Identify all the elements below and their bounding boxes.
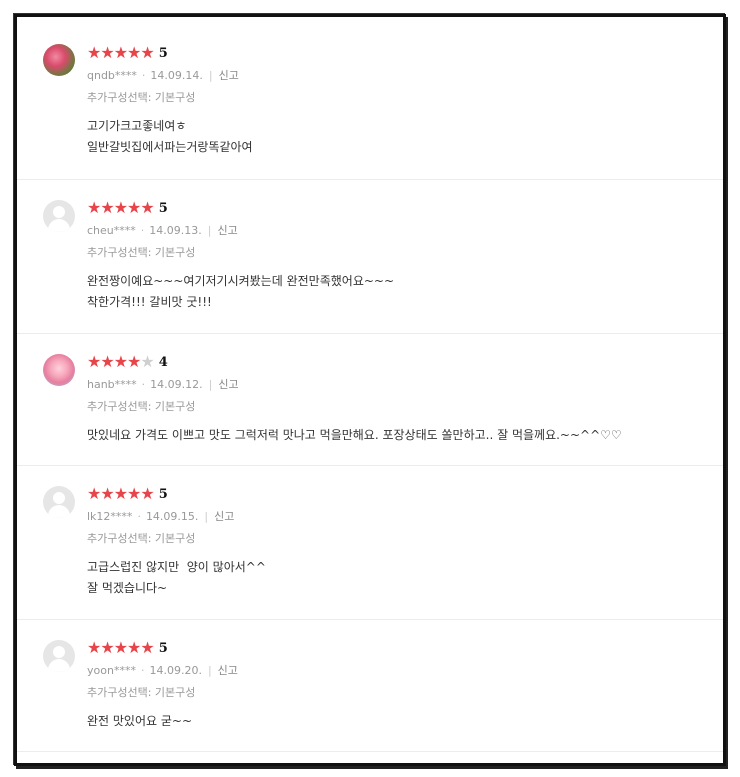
separator-bar: | <box>208 69 213 82</box>
star-filled-icon: ★ <box>100 638 114 657</box>
rating-score: 5 <box>158 200 168 216</box>
star-filled-icon: ★ <box>127 198 141 217</box>
default-avatar-icon <box>43 200 75 232</box>
review-list: ★ ★ ★ ★ ★ 5 qndb**** · 14.09.14. | 신고 추가구성선택: 기본… <box>14 14 726 766</box>
star-filled-icon: ★ <box>113 198 128 217</box>
star-filled-icon: ★ <box>87 352 101 371</box>
star-rating: ★ ★ ★ ★ ★ 5 <box>87 45 168 61</box>
review-line: 고기가크고좋네여ㅎ <box>87 119 187 133</box>
star-filled-icon: ★ <box>87 484 101 503</box>
star-rating: ★ ★ ★ ★ ★ 5 <box>87 200 168 216</box>
default-avatar-icon <box>43 486 75 518</box>
report-link[interactable]: 신고 <box>217 224 237 237</box>
reviewer-id: cheu**** <box>87 224 136 237</box>
reviewer-id: hanb**** <box>87 378 137 391</box>
review-item: ★ ★ ★ ★ ★ 5 qndb**** · 14.09.14. | 신고 추가구성선택: 기본… <box>17 17 723 180</box>
review-line: 완전 맛있어요 굳~~ <box>87 714 193 728</box>
review-meta: yoon**** · 14.09.20. | 신고 <box>87 662 238 678</box>
review-line: 일반갈빗집에서파는거랑똑같아여 <box>87 140 253 154</box>
star-filled-icon: ★ <box>127 484 141 503</box>
review-date: 14.09.20. <box>149 664 202 677</box>
star-filled-icon: ★ <box>100 484 114 503</box>
review-date: 14.09.12. <box>150 378 203 391</box>
review-date: 14.09.13. <box>149 224 202 237</box>
rating-score: 4 <box>158 354 168 370</box>
reviewer-id: qndb**** <box>87 69 137 82</box>
separator-bar: | <box>207 224 212 237</box>
rating-score: 5 <box>158 486 168 502</box>
star-filled-icon: ★ <box>87 43 101 62</box>
star-filled-icon: ★ <box>100 43 114 62</box>
reviewer-id: lk12**** <box>87 510 133 523</box>
star-empty-icon: ★ <box>140 352 154 371</box>
star-filled-icon: ★ <box>113 43 128 62</box>
separator-bar: | <box>207 664 212 677</box>
review-line: 잘 먹겠습니다~ <box>87 581 168 595</box>
review-item: ★ ★ ★ ★ ★ 4 hanb**** · 14.09.12. | 신고 추가구성선택: 기본… <box>17 334 723 466</box>
purchase-option: 추가구성선택: 기본구성 <box>87 400 196 413</box>
review-item: ★ ★ ★ ★ ★ 5 cheu**** · 14.09.13. | 신고 추가구성선택: 기본… <box>17 180 723 334</box>
report-link[interactable]: 신고 <box>219 69 239 82</box>
star-filled-icon: ★ <box>113 352 128 371</box>
review-date: 14.09.15. <box>145 510 199 523</box>
separator-dot: · <box>141 378 146 391</box>
review-text: 맛있네요 가격도 이쁘고 맛도 그럭저럭 맛나고 먹을만해요. 포장상태도 쏠만… <box>87 425 622 446</box>
review-line: 착한가격!!! 갈비맛 굿!!! <box>87 295 212 309</box>
separator-dot: · <box>140 224 145 237</box>
star-rating: ★ ★ ★ ★ ★ 5 <box>87 640 168 656</box>
star-filled-icon: ★ <box>113 484 128 503</box>
purchase-option: 추가구성선택: 기본구성 <box>87 91 196 104</box>
separator-dot: · <box>141 69 146 82</box>
star-filled-icon: ★ <box>140 638 154 657</box>
separator-bar: | <box>208 378 213 391</box>
review-text: 완전짱이예요~~~여기저기시켜봤는데 완전만족했어요~~~ 착한가격!!! 갈비맛… <box>87 271 394 313</box>
report-link[interactable]: 신고 <box>218 664 238 677</box>
rating-score: 5 <box>158 640 168 656</box>
rating-score: 5 <box>158 45 168 61</box>
star-filled-icon: ★ <box>140 43 154 62</box>
review-meta: cheu**** · 14.09.13. | 신고 <box>87 222 238 238</box>
star-filled-icon: ★ <box>127 43 141 62</box>
separator-bar: | <box>204 510 209 523</box>
star-rating: ★ ★ ★ ★ ★ 4 <box>87 354 168 370</box>
review-text: 완전 맛있어요 굳~~ <box>87 711 192 732</box>
reviewer-id: yoon**** <box>87 664 136 677</box>
review-line: 고급스럽진 않지만 양이 많아서^^ <box>87 560 266 574</box>
purchase-option: 추가구성선택: 기본구성 <box>87 532 196 545</box>
star-filled-icon: ★ <box>87 638 101 657</box>
star-filled-icon: ★ <box>113 638 128 657</box>
review-meta: qndb**** · 14.09.14. | 신고 <box>87 67 239 83</box>
star-filled-icon: ★ <box>87 198 101 217</box>
review-item: ★ ★ ★ ★ ★ 5 yoon**** · 14.09.20. | 신고 추가구성선택: 기본… <box>17 620 723 752</box>
star-filled-icon: ★ <box>127 352 141 371</box>
star-filled-icon: ★ <box>100 198 114 217</box>
star-filled-icon: ★ <box>100 352 114 371</box>
default-avatar-icon <box>43 640 75 672</box>
review-meta: hanb**** · 14.09.12. | 신고 <box>87 376 239 392</box>
user-avatar <box>43 354 75 386</box>
star-rating: ★ ★ ★ ★ ★ 5 <box>87 486 168 502</box>
review-date: 14.09.14. <box>150 69 203 82</box>
star-filled-icon: ★ <box>127 638 141 657</box>
review-item: ★ ★ ★ ★ ★ 5 lk12**** · 14.09.15. | 신고 추가구성선택: 기본… <box>17 466 723 620</box>
star-filled-icon: ★ <box>140 198 154 217</box>
user-avatar <box>43 44 75 76</box>
purchase-option: 추가구성선택: 기본구성 <box>87 686 196 699</box>
review-text: 고기가크고좋네여ㅎ 일반갈빗집에서파는거랑똑같아여 <box>87 116 253 158</box>
separator-dot: · <box>140 664 145 677</box>
review-line: 맛있네요 가격도 이쁘고 맛도 그럭저럭 맛나고 먹을만해요. 포장상태도 쏠만… <box>87 428 622 442</box>
report-link[interactable]: 신고 <box>214 510 234 523</box>
star-filled-icon: ★ <box>140 484 154 503</box>
report-link[interactable]: 신고 <box>218 378 238 391</box>
purchase-option: 추가구성선택: 기본구성 <box>87 246 196 259</box>
review-meta: lk12**** · 14.09.15. | 신고 <box>87 508 234 524</box>
separator-dot: · <box>137 510 141 523</box>
review-line: 완전짱이예요~~~여기저기시켜봤는데 완전만족했어요~~~ <box>87 274 395 288</box>
review-text: 고급스럽진 않지만 양이 많아서^^ 잘 먹겠습니다~ <box>87 557 266 599</box>
